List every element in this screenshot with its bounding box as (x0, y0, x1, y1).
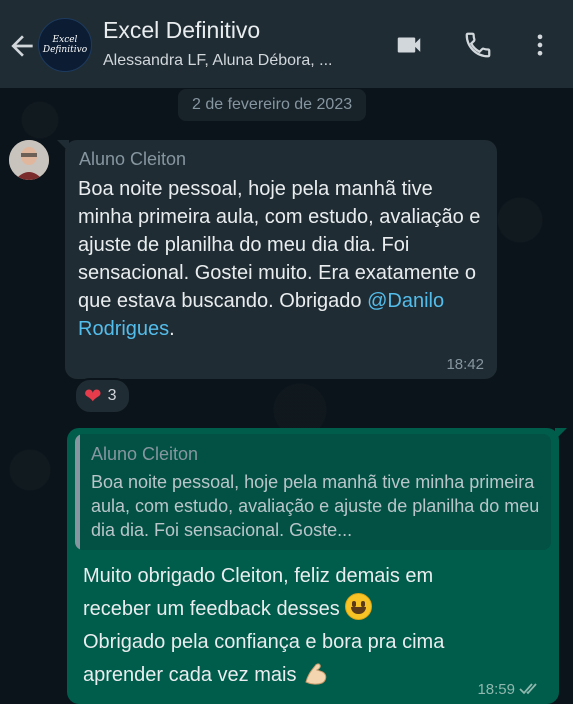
grinning-face-emoji-icon (345, 593, 373, 620)
reaction-badge[interactable]: ❤ 3 (74, 378, 131, 414)
chat-header: Excel Definitivo Excel Definitivo Alessa… (0, 0, 573, 88)
phone-icon[interactable] (463, 30, 493, 60)
message-sender[interactable]: Aluno Cleiton (79, 149, 186, 170)
avatar-text-line2: Definitivo (42, 45, 88, 55)
video-call-icon[interactable] (392, 30, 426, 60)
message-text: Muito obrigado Cleiton, feliz demais em … (83, 560, 523, 692)
group-name[interactable]: Excel Definitivo (103, 17, 260, 44)
message-line: aprender cada vez mais (83, 664, 297, 686)
group-avatar[interactable]: Excel Definitivo (38, 18, 92, 72)
incoming-message-bubble[interactable]: Aluno Cleiton Boa noite pessoal, hoje pe… (57, 140, 497, 379)
more-options-icon[interactable] (526, 30, 554, 60)
sender-avatar[interactable] (9, 140, 49, 180)
message-time: 18:42 (446, 356, 484, 373)
participants-list[interactable]: Alessandra LF, Aluna Débora, ... (103, 52, 332, 70)
avatar-text-line1: Excel (52, 35, 78, 45)
message-text: Boa noite pessoal, hoje pela manhã tive … (78, 178, 481, 340)
read-receipt-icon (519, 683, 537, 695)
quote-bar (75, 434, 80, 550)
quoted-message[interactable]: Aluno Cleiton Boa noite pessoal, hoje pe… (75, 434, 551, 550)
reaction-count: 3 (107, 387, 117, 404)
message-line: Obrigado pela confiança e bora pra cima (83, 631, 445, 653)
message-line: Muito obrigado Cleiton, feliz demais em (83, 565, 434, 587)
quoted-sender: Aluno Cleiton (91, 444, 199, 464)
message-time: 18:59 (477, 681, 515, 698)
back-arrow-icon[interactable] (6, 30, 38, 62)
message-line: receber um feedback desses (83, 598, 340, 620)
outgoing-message-bubble[interactable]: Aluno Cleiton Boa noite pessoal, hoje pe… (67, 428, 567, 704)
quoted-text: Boa noite pessoal, hoje pela manhã tive … (91, 472, 540, 540)
heart-icon: ❤ (84, 384, 102, 408)
date-separator: 2 de fevereiro de 2023 (178, 89, 367, 121)
flexed-biceps-emoji-icon (305, 663, 327, 685)
